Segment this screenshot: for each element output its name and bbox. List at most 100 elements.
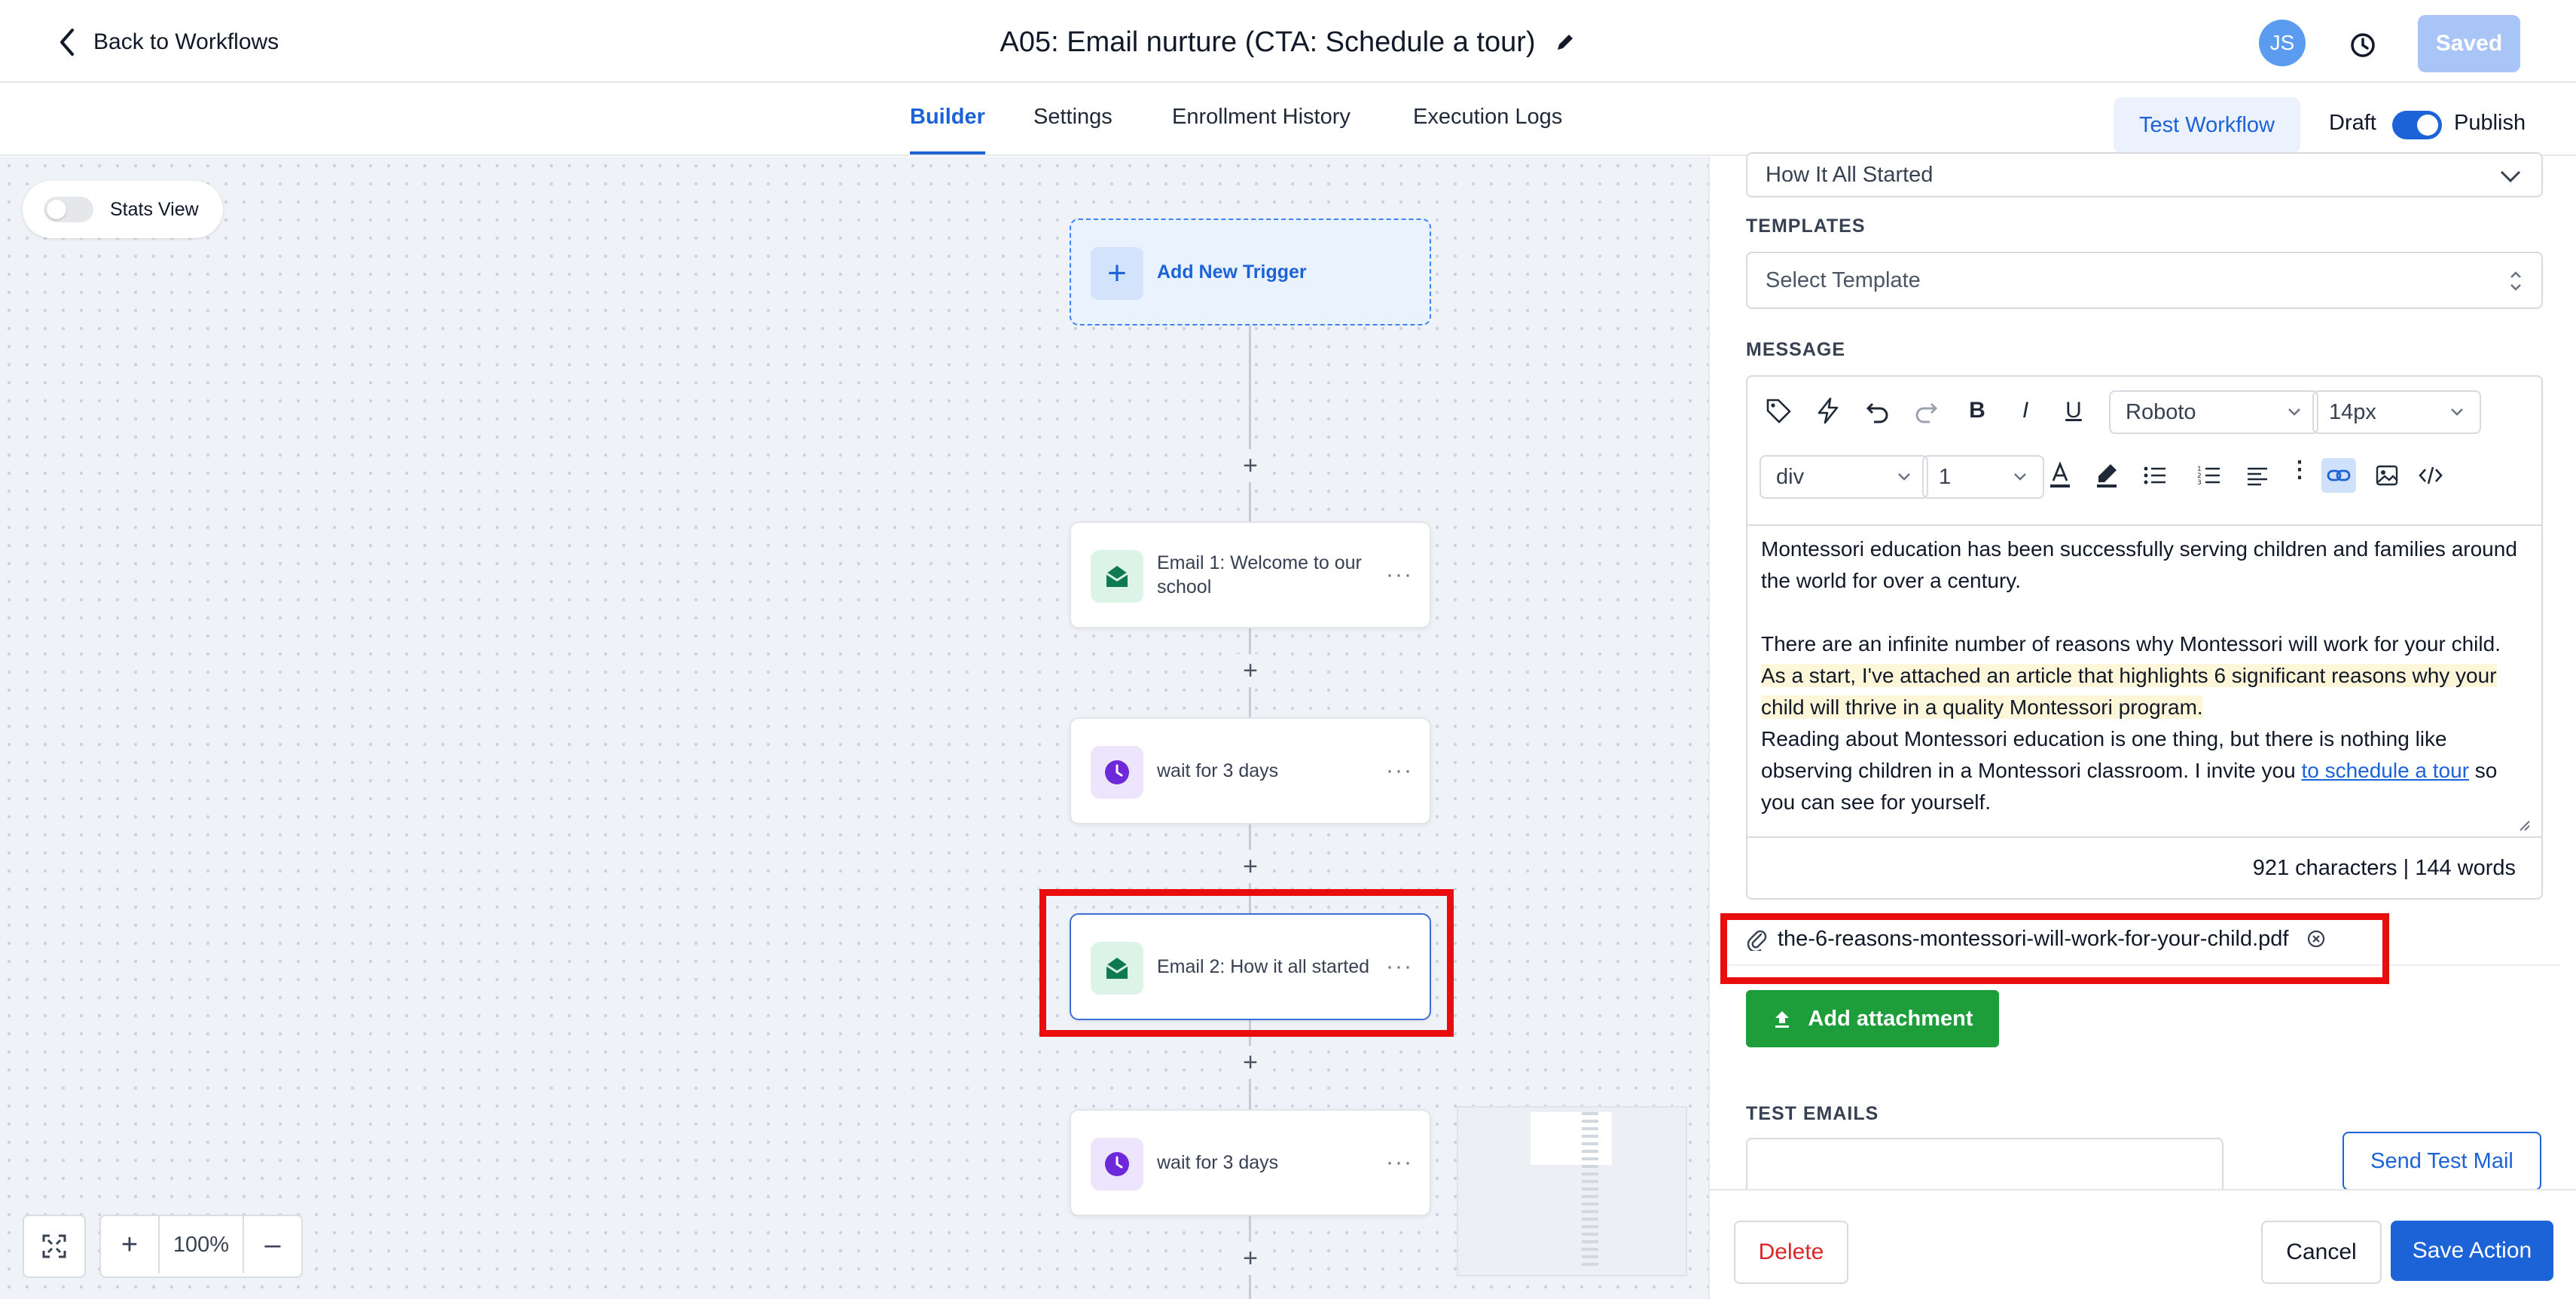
minimap[interactable] xyxy=(1457,1106,1687,1276)
test-emails-label: TEST EMAILS xyxy=(1746,1103,1879,1124)
tab-enrollment-history[interactable]: Enrollment History xyxy=(1172,105,1351,154)
schedule-tour-link[interactable]: to schedule a tour xyxy=(2301,759,2469,782)
chevron-down-icon xyxy=(2285,402,2303,420)
line-height-value: 1 xyxy=(1939,464,1952,489)
message-body[interactable]: Montessori education has been successful… xyxy=(1761,533,2522,818)
font-family-value: Roboto xyxy=(2126,399,2196,424)
workflow-node-wait[interactable]: wait for 3 days ··· xyxy=(1070,1109,1431,1216)
lightning-icon[interactable] xyxy=(1811,393,1845,428)
zoom-controls: + 100% – xyxy=(23,1215,303,1278)
tab-builder[interactable]: Builder xyxy=(910,105,985,154)
workflow-title-text: A05: Email nurture (CTA: Schedule a tour… xyxy=(1000,26,1536,58)
template-select[interactable]: Select Template xyxy=(1746,252,2543,309)
test-workflow-button[interactable]: Test Workflow xyxy=(2114,97,2300,153)
body-paragraph: There are an infinite number of reasons … xyxy=(1761,632,2501,656)
redo-icon[interactable] xyxy=(1909,393,1943,428)
add-step-button[interactable]: + xyxy=(1234,850,1267,883)
more-vertical-icon[interactable]: ⋮ xyxy=(2282,452,2317,487)
numbered-list-icon[interactable]: 123 xyxy=(2192,458,2227,493)
image-icon[interactable] xyxy=(2370,458,2404,493)
highlighted-text: As a start, I've attached an article tha… xyxy=(1761,664,2497,719)
delete-button[interactable]: Delete xyxy=(1734,1221,1848,1284)
save-action-button[interactable]: Save Action xyxy=(2391,1221,2553,1281)
workflow-canvas[interactable]: Stats View + Add New Trigger + + + + + E… xyxy=(0,157,1708,1299)
chevron-down-icon xyxy=(1895,467,1913,485)
message-label: MESSAGE xyxy=(1746,339,1846,360)
more-options-icon[interactable]: ··· xyxy=(1386,562,1413,588)
add-step-button[interactable]: + xyxy=(1234,1242,1267,1275)
trigger-label: Add New Trigger xyxy=(1157,261,1307,283)
code-icon[interactable] xyxy=(2413,458,2448,493)
resize-handle-icon[interactable] xyxy=(2517,818,2531,832)
add-step-button[interactable]: + xyxy=(1234,1046,1267,1079)
font-size-value: 14px xyxy=(2329,399,2376,424)
templates-label: TEMPLATES xyxy=(1746,215,1866,237)
chevron-down-icon xyxy=(2448,402,2466,420)
font-size-select[interactable]: 14px xyxy=(2312,390,2481,434)
add-attachment-button[interactable]: Add attachment xyxy=(1746,990,1999,1047)
publish-toggle[interactable] xyxy=(2392,111,2442,139)
clock-icon xyxy=(1091,746,1143,799)
highlight-box xyxy=(1720,913,2389,984)
zoom-group: + 100% – xyxy=(99,1215,303,1278)
italic-icon[interactable]: I xyxy=(2008,393,2043,428)
stats-view-switch[interactable] xyxy=(44,197,93,222)
tab-bar: Builder Settings Enrollment History Exec… xyxy=(0,84,2576,156)
cancel-button[interactable]: Cancel xyxy=(2261,1221,2382,1284)
more-options-icon[interactable]: ··· xyxy=(1386,1150,1413,1175)
bullet-list-icon[interactable] xyxy=(2138,458,2172,493)
template-placeholder: Select Template xyxy=(1766,267,1921,292)
zoom-level: 100% xyxy=(158,1216,243,1273)
add-step-button[interactable]: + xyxy=(1234,654,1267,687)
block-type-select[interactable]: div xyxy=(1760,455,1928,499)
text-color-icon[interactable] xyxy=(2043,458,2077,493)
send-test-mail-button[interactable]: Send Test Mail xyxy=(2343,1132,2541,1190)
message-editor[interactable]: B I U Roboto 14px div 1 123 ⋮ Montessori… xyxy=(1746,375,2543,900)
node-label: wait for 3 days xyxy=(1157,1152,1279,1173)
body-paragraph: Reading about Montessori education is on… xyxy=(1761,727,2498,814)
select-arrows-icon xyxy=(2508,268,2523,294)
saved-button[interactable]: Saved xyxy=(2418,15,2520,72)
email-icon xyxy=(1091,550,1143,603)
stats-view-toggle[interactable]: Stats View xyxy=(23,181,223,238)
action-panel: How It All Started TEMPLATES Select Temp… xyxy=(1708,152,2576,1299)
workflow-node-wait[interactable]: wait for 3 days ··· xyxy=(1070,717,1431,824)
user-avatar[interactable]: JS xyxy=(2259,20,2306,66)
block-type-value: div xyxy=(1776,464,1805,489)
workflow-node-email[interactable]: Email 1: Welcome to our school ··· xyxy=(1070,521,1431,628)
highlight-box xyxy=(1039,889,1454,1037)
highlight-color-icon[interactable] xyxy=(2089,458,2124,493)
body-paragraph: Montessori education has been successful… xyxy=(1761,537,2517,592)
undo-icon[interactable] xyxy=(1860,393,1895,428)
node-label: wait for 3 days xyxy=(1157,760,1279,781)
bold-icon[interactable]: B xyxy=(1960,393,1995,428)
character-counter: 921 characters | 144 words xyxy=(1747,836,2541,898)
tab-execution-logs[interactable]: Execution Logs xyxy=(1413,105,1562,154)
more-options-icon[interactable]: ··· xyxy=(1386,758,1413,784)
zoom-in-button[interactable]: + xyxy=(101,1216,158,1273)
align-left-icon[interactable] xyxy=(2240,458,2275,493)
line-height-select[interactable]: 1 xyxy=(1922,455,2044,499)
underline-icon[interactable]: U xyxy=(2056,393,2091,428)
add-attachment-label: Add attachment xyxy=(1808,1006,1973,1031)
fit-view-icon[interactable] xyxy=(23,1215,86,1278)
upload-icon xyxy=(1772,1008,1793,1029)
stats-view-label: Stats View xyxy=(110,198,199,220)
workflow-title: A05: Email nurture (CTA: Schedule a tour… xyxy=(0,21,2576,63)
svg-text:3: 3 xyxy=(2197,479,2202,487)
subject-select[interactable]: How It All Started xyxy=(1746,152,2543,197)
tab-settings[interactable]: Settings xyxy=(1033,105,1113,154)
zoom-out-button[interactable]: – xyxy=(243,1216,301,1273)
font-family-select[interactable]: Roboto xyxy=(2109,390,2318,434)
publish-label: Publish xyxy=(2454,111,2526,135)
add-step-button[interactable]: + xyxy=(1234,449,1267,482)
panel-footer: Delete Cancel Save Action xyxy=(1710,1189,2576,1299)
history-icon[interactable] xyxy=(2344,26,2382,63)
pencil-icon[interactable] xyxy=(1554,31,1576,53)
add-new-trigger[interactable]: + Add New Trigger xyxy=(1070,219,1431,326)
plus-icon: + xyxy=(1091,247,1143,300)
link-icon[interactable] xyxy=(2321,458,2356,493)
tag-icon[interactable] xyxy=(1761,393,1796,428)
top-header: Back to Workflows A05: Email nurture (CT… xyxy=(0,0,2576,83)
clock-icon xyxy=(1091,1138,1143,1190)
